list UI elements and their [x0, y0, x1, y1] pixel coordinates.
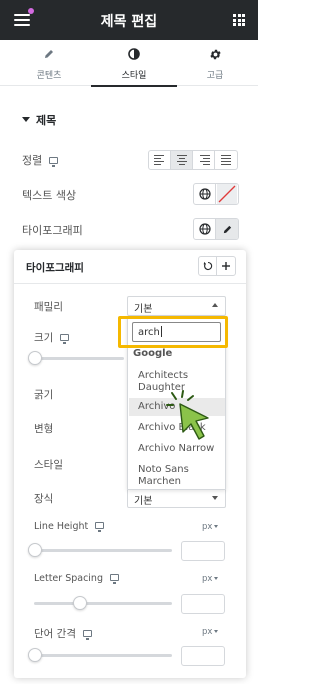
alignment-buttons [148, 150, 238, 170]
tab-style[interactable]: 스타일 [91, 40, 177, 87]
text-color-label: 텍스트 색상 [22, 189, 77, 202]
typography-controls [193, 218, 239, 240]
desktop-icon[interactable] [49, 157, 59, 167]
decoration-value: 기본 [134, 496, 153, 507]
caret-down-icon [22, 117, 30, 122]
size-label: 크기 [34, 332, 54, 344]
decoration-label: 장식 [34, 493, 54, 505]
widgets-grid-icon[interactable] [233, 14, 245, 26]
font-group-google: Google [133, 348, 173, 359]
tab-content-label: 콘텐츠 [36, 71, 62, 81]
click-cursor-icon [166, 390, 209, 440]
plus-icon [222, 262, 230, 270]
pencil-icon [45, 50, 53, 58]
style-label: 스타일 [34, 459, 63, 471]
half-circle-icon [128, 48, 140, 60]
popover-divider [14, 283, 246, 284]
align-justify-button[interactable] [215, 151, 237, 169]
weight-label: 굵기 [34, 389, 54, 401]
tab-style-label: 스타일 [121, 71, 147, 81]
letter-spacing-unit: px [202, 574, 213, 584]
section-heading-label: 제목 [36, 114, 57, 127]
desktop-icon[interactable] [60, 334, 70, 344]
font-option[interactable]: Noto Sans Marchen [129, 464, 225, 488]
letter-spacing-label: Letter Spacing [34, 573, 103, 584]
line-height-input[interactable] [181, 541, 225, 561]
tab-content[interactable]: 콘텐츠 [6, 40, 92, 86]
font-family-select[interactable]: 기본 [127, 296, 226, 316]
desktop-icon[interactable] [95, 522, 105, 532]
globe-icon [198, 188, 211, 200]
size-slider-handle[interactable] [28, 351, 42, 365]
text-color-controls [193, 183, 239, 205]
size-slider-track[interactable] [34, 357, 124, 360]
word-spacing-slider-track[interactable] [34, 654, 172, 657]
global-colors-button[interactable] [194, 184, 216, 204]
line-height-unit: px [202, 522, 213, 532]
alignment-label: 정렬 [22, 154, 43, 167]
caret-up-icon [212, 303, 218, 307]
tab-advanced-label: 고급 [206, 71, 224, 81]
pencil-icon [223, 225, 231, 233]
editor-header: 제목 편집 [0, 0, 258, 40]
desktop-icon[interactable] [82, 630, 92, 640]
desktop-icon[interactable] [110, 574, 119, 584]
line-height-slider-handle[interactable] [28, 543, 42, 557]
align-right-button[interactable] [193, 151, 215, 169]
search-highlight-box [118, 316, 228, 348]
align-center-button[interactable] [171, 151, 193, 169]
word-spacing-unit-select[interactable]: px [202, 627, 219, 637]
line-height-label: Line Height [34, 521, 89, 532]
line-height-control: Line Height [34, 521, 105, 532]
global-fonts-button[interactable] [194, 219, 216, 239]
tab-advanced[interactable]: 고급 [172, 40, 258, 86]
word-spacing-label: 단어 간격 [34, 628, 76, 640]
transform-label: 변형 [34, 423, 54, 435]
popover-actions [198, 256, 236, 276]
letter-spacing-control: Letter Spacing [34, 573, 119, 584]
word-spacing-control: 단어 간격 [34, 626, 92, 641]
panel-tabs: 콘텐츠 스타일 고급 [0, 40, 258, 87]
line-height-slider-track[interactable] [34, 549, 172, 552]
letter-spacing-slider-track[interactable] [34, 602, 172, 605]
letter-spacing-slider-handle[interactable] [73, 596, 87, 610]
reset-button[interactable] [199, 257, 217, 275]
align-left-button[interactable] [149, 151, 171, 169]
size-control: 크기 [34, 330, 70, 345]
add-button[interactable] [217, 257, 235, 275]
gear-icon [209, 49, 221, 60]
alignment-control: 정렬 [22, 152, 59, 168]
font-family-value: 기본 [134, 304, 153, 315]
reset-icon [203, 261, 212, 270]
section-heading-toggle[interactable]: 제목 [22, 112, 56, 128]
typography-label: 타이포그래피 [22, 224, 83, 237]
no-color-swatch-icon [217, 184, 237, 204]
word-spacing-unit: px [202, 627, 213, 637]
word-spacing-slider-handle[interactable] [28, 648, 42, 662]
chevron-down-icon [214, 630, 219, 633]
popover-title: 타이포그래피 [26, 262, 84, 274]
letter-spacing-input[interactable] [181, 594, 225, 614]
letter-spacing-unit-select[interactable]: px [202, 574, 219, 584]
font-option[interactable]: Archivo Narrow [129, 443, 225, 455]
line-height-unit-select[interactable]: px [202, 522, 219, 532]
color-picker-button[interactable] [216, 184, 238, 204]
family-label: 패밀리 [34, 301, 63, 313]
panel-title: 제목 편집 [100, 14, 158, 30]
chevron-down-icon [214, 577, 219, 580]
edit-typography-button[interactable] [216, 219, 238, 239]
chevron-down-icon [214, 525, 219, 528]
word-spacing-input[interactable] [181, 646, 225, 666]
decoration-select[interactable]: 기본 [127, 488, 226, 508]
globe-icon [198, 223, 211, 235]
caret-down-icon [212, 496, 218, 500]
